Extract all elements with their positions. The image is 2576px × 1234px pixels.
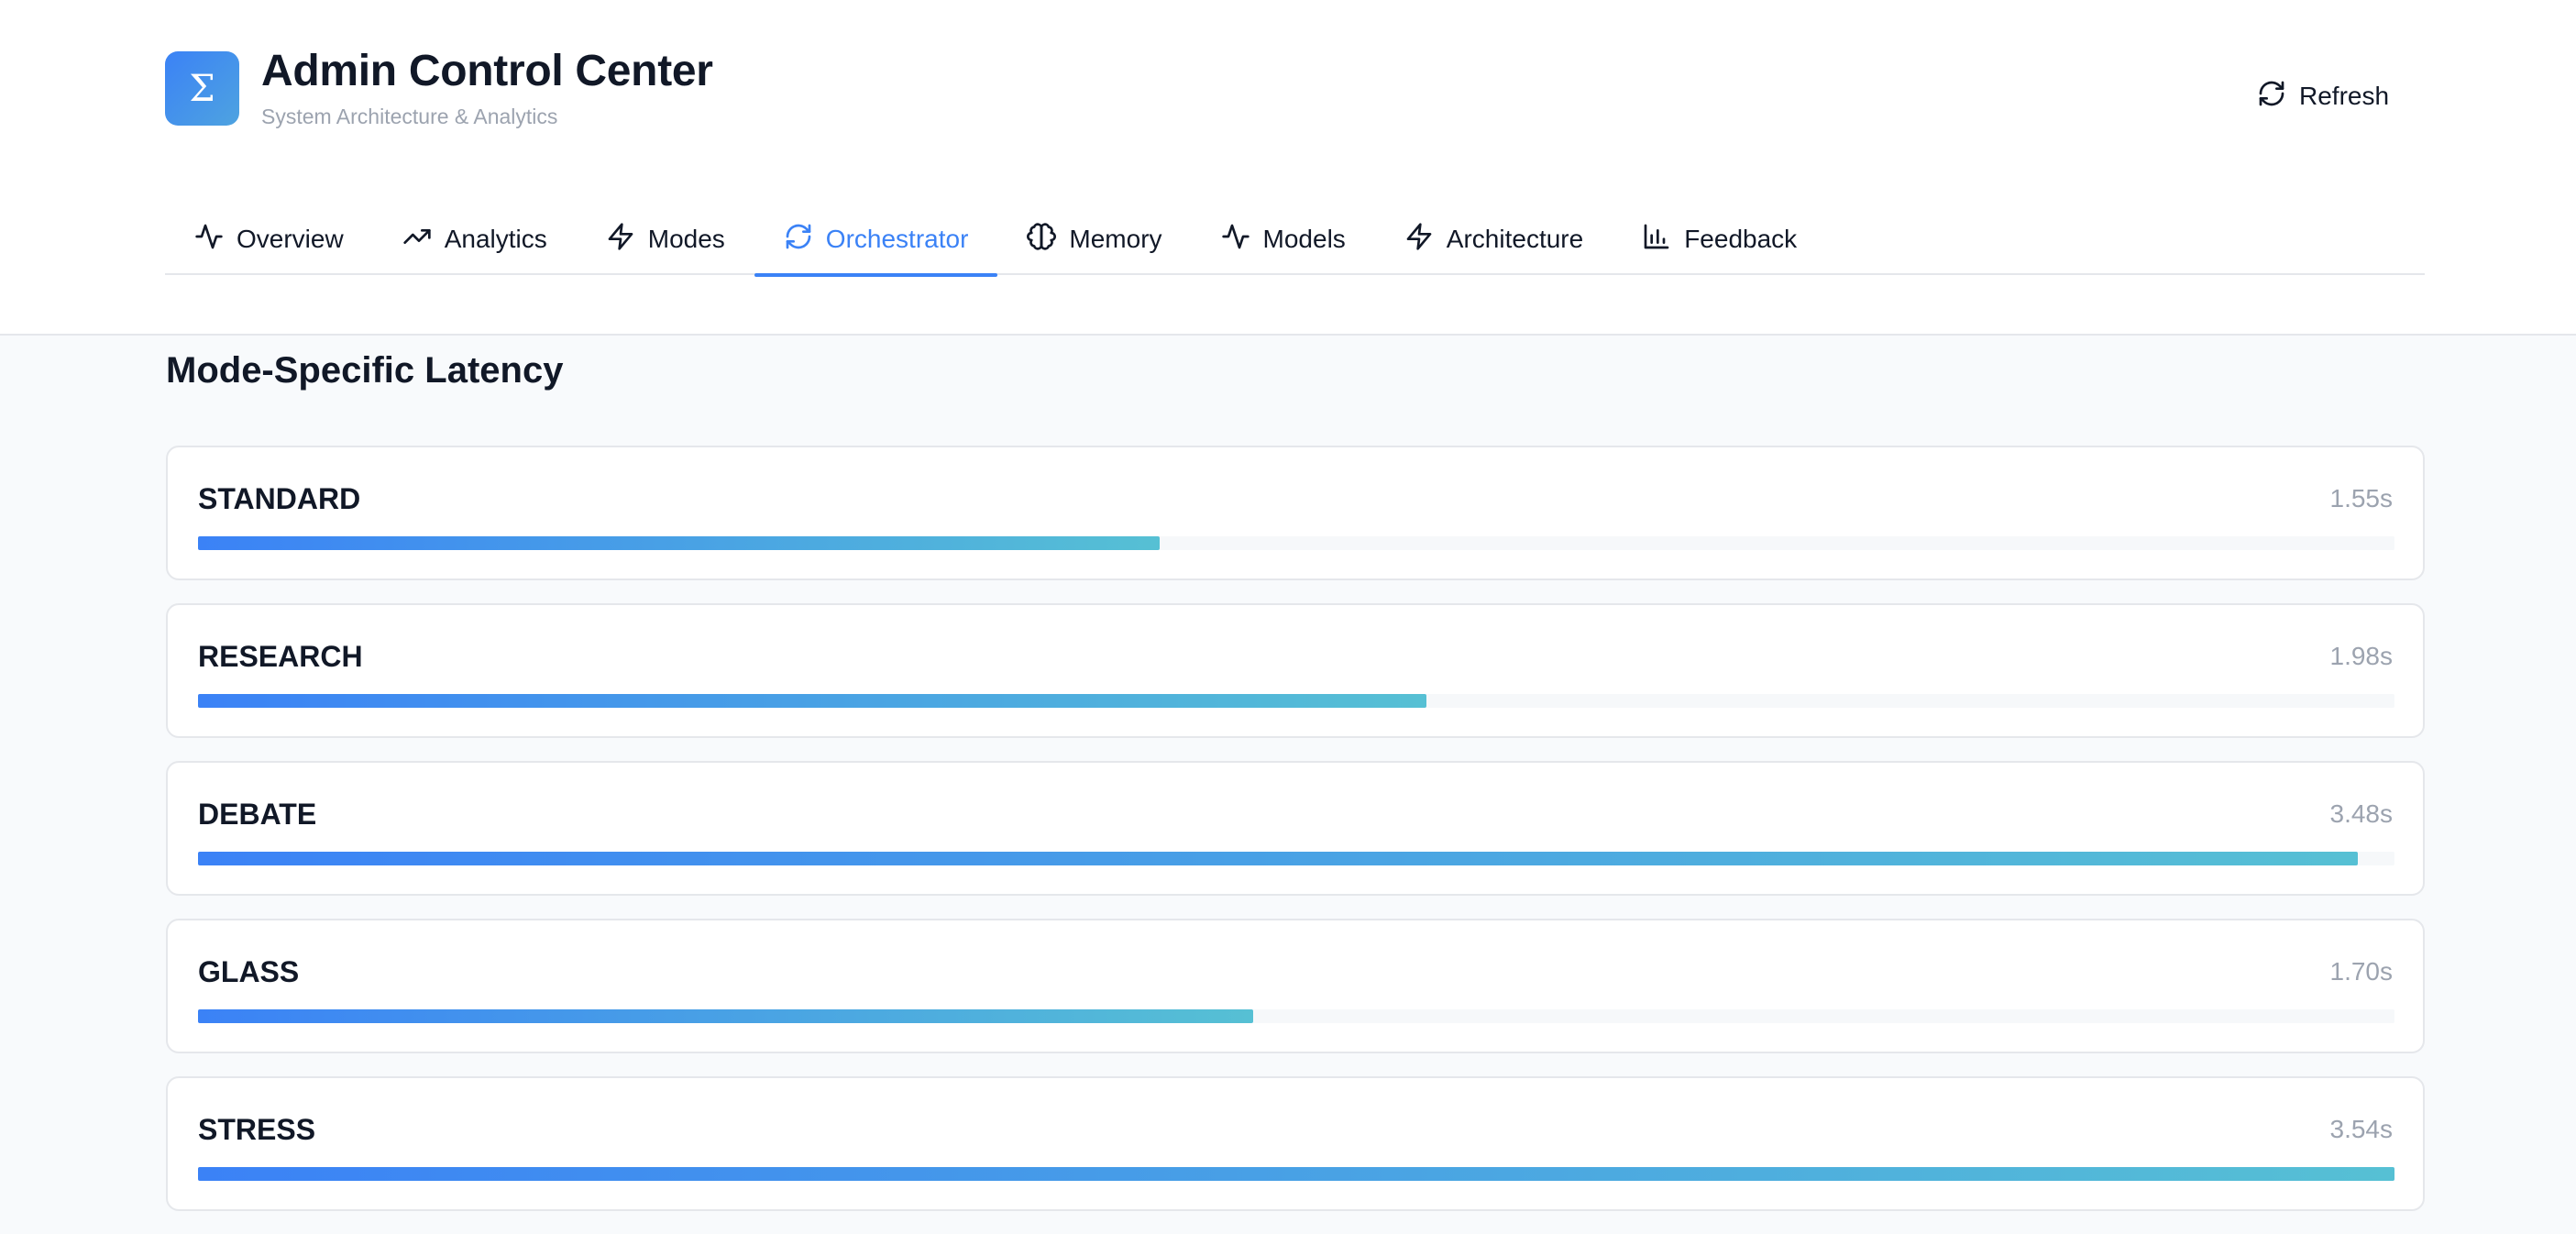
refresh-icon: [2257, 79, 2286, 115]
latency-bar-track: [198, 536, 2394, 550]
latency-bar-track: [198, 1167, 2394, 1181]
refresh-label: Refresh: [2299, 82, 2390, 110]
app-subtitle: System Architecture & Analytics: [261, 105, 558, 128]
latency-card: RESEARCH 1.98s: [166, 603, 2425, 738]
section-title: Mode-Specific Latency: [166, 350, 564, 391]
zap-icon: [1404, 222, 1434, 258]
tab-models[interactable]: Models: [1192, 204, 1375, 275]
tab-label: Analytics: [444, 225, 547, 253]
mode-name: GLASS: [198, 955, 300, 988]
trending-up-icon: [402, 222, 432, 258]
tab-label: Models: [1262, 225, 1346, 253]
latency-card: DEBATE 3.48s: [166, 761, 2425, 896]
latency-bar-track: [198, 694, 2394, 708]
refresh-icon: [784, 222, 813, 258]
mode-name: RESEARCH: [198, 640, 363, 673]
tab-orchestrator[interactable]: Orchestrator: [754, 204, 998, 277]
activity-icon: [1221, 222, 1250, 258]
sigma-logo-icon: Σ: [165, 51, 239, 126]
latency-bar-fill: [198, 852, 2358, 865]
tab-label: Orchestrator: [825, 225, 969, 253]
refresh-button[interactable]: Refresh: [2257, 73, 2389, 119]
tab-analytics[interactable]: Analytics: [373, 204, 577, 275]
tab-overview[interactable]: Overview: [165, 204, 373, 275]
latency-bar-fill: [198, 536, 1161, 550]
header: Σ Admin Control Center System Architectu…: [0, 0, 2576, 336]
mode-name: DEBATE: [198, 798, 317, 831]
tab-label: Feedback: [1684, 225, 1798, 253]
tab-label: Modes: [647, 225, 725, 253]
tab-feedback[interactable]: Feedback: [1613, 204, 1826, 275]
latency-value: 1.55s: [2329, 484, 2394, 512]
latency-bar-fill: [198, 1009, 1253, 1023]
app-title: Admin Control Center: [261, 47, 713, 95]
tab-label: Architecture: [1446, 225, 1584, 253]
tab-label: Overview: [237, 225, 344, 253]
tab-modes[interactable]: Modes: [577, 204, 754, 275]
latency-value: 3.54s: [2329, 1115, 2394, 1143]
tab-bar: Overview Analytics Modes Orchestrator Me…: [165, 204, 2425, 277]
latency-bar-track: [198, 1009, 2394, 1023]
latency-value: 1.70s: [2329, 957, 2394, 986]
latency-value: 1.98s: [2329, 642, 2394, 670]
mode-name: STANDARD: [198, 482, 361, 515]
zap-icon: [606, 222, 635, 258]
latency-bar-track: [198, 852, 2394, 865]
tab-architecture[interactable]: Architecture: [1375, 204, 1613, 275]
tab-label: Memory: [1069, 225, 1162, 253]
latency-card: GLASS 1.70s: [166, 919, 2425, 1053]
activity-icon: [194, 222, 224, 258]
latency-card: STANDARD 1.55s: [166, 446, 2425, 580]
latency-value: 3.48s: [2329, 799, 2394, 828]
brain-icon: [1027, 222, 1057, 258]
mode-name: STRESS: [198, 1113, 316, 1146]
latency-bar-fill: [198, 694, 1427, 708]
tab-memory[interactable]: Memory: [997, 204, 1191, 275]
latency-card: STRESS 3.54s: [166, 1076, 2425, 1211]
latency-bar-fill: [198, 1167, 2394, 1181]
latency-list: STANDARD 1.55s RESEARCH 1.98s DEBATE 3.48s GLA…: [166, 446, 2425, 1234]
bar-chart-icon: [1642, 222, 1671, 258]
